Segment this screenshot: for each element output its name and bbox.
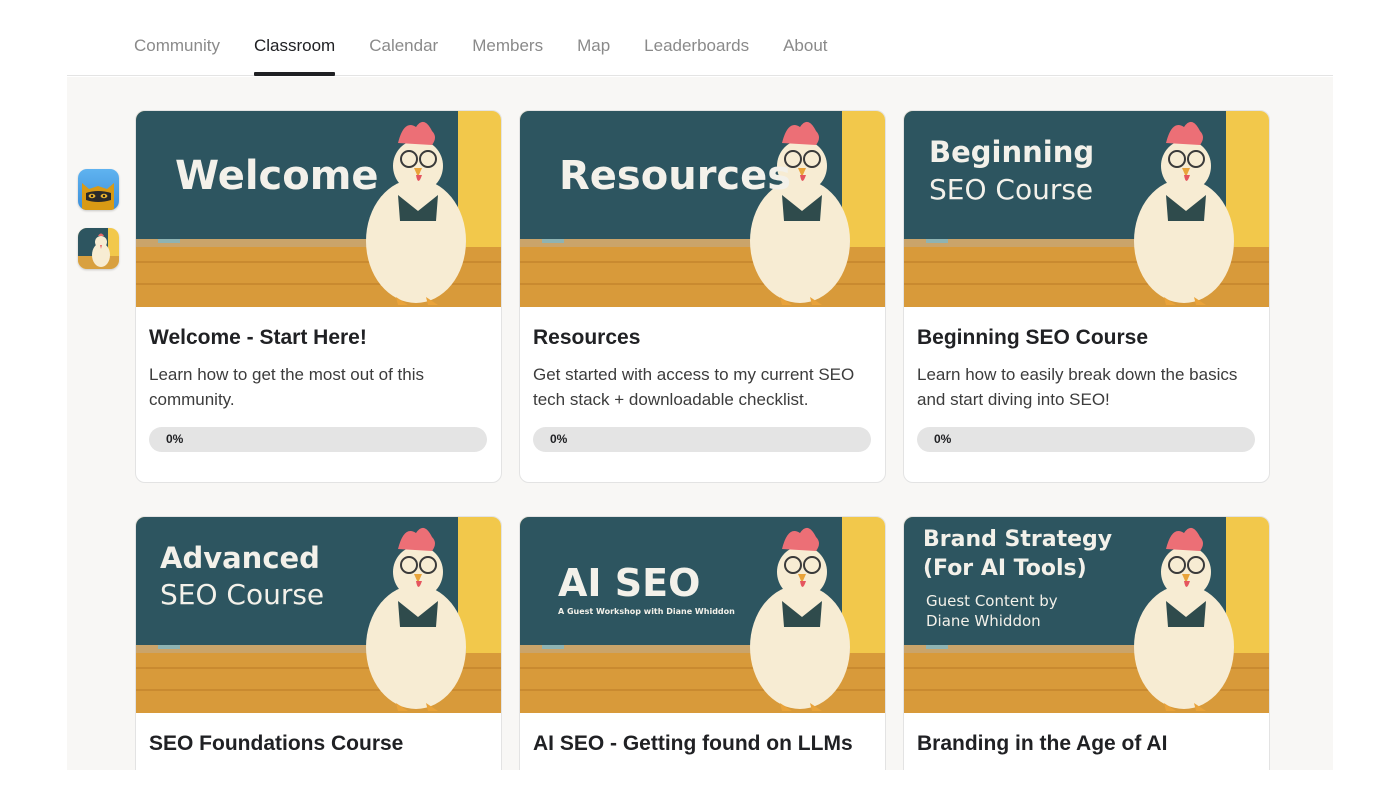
- cover-subtitle: SEO Course: [160, 578, 325, 611]
- course-title: SEO Foundations Course: [149, 732, 404, 755]
- course-title: Beginning SEO Course: [917, 326, 1149, 349]
- progress-label: 0%: [166, 432, 184, 446]
- course-description: Learn how to get the most out of this co…: [149, 365, 424, 409]
- tab-about[interactable]: About: [783, 0, 827, 76]
- course-card-welcome[interactable]: Welcome Welcome - Start Here! Learn how …: [135, 110, 502, 483]
- cover-subtitle-line2: Diane Whiddon: [926, 612, 1041, 630]
- classroom-content: Welcome Welcome - Start Here! Learn how …: [67, 77, 1333, 770]
- course-cover: Resources: [520, 111, 885, 307]
- community-switcher: [78, 169, 119, 287]
- progress-label: 0%: [550, 432, 568, 446]
- cover-title-line2: (For AI Tools): [923, 556, 1087, 581]
- cat-icon[interactable]: [78, 169, 119, 210]
- classroom-page: Community Classroom Calendar Members Map…: [0, 0, 1400, 790]
- chicken-teacher-illustration: [520, 111, 885, 307]
- course-card-resources[interactable]: Resources Resources Get started with acc…: [519, 110, 886, 483]
- tab-leaderboards[interactable]: Leaderboards: [644, 0, 749, 76]
- course-cover: Brand Strategy (For AI Tools) Guest Cont…: [904, 517, 1269, 713]
- course-title: Branding in the Age of AI: [917, 732, 1168, 755]
- course-card-beginning-seo[interactable]: Beginning SEO Course Beginning SEO Cours…: [903, 110, 1270, 483]
- course-title: Resources: [533, 326, 641, 349]
- course-cover: AI SEO A Guest Workshop with Diane Whidd…: [520, 517, 885, 713]
- tab-members[interactable]: Members: [472, 0, 543, 76]
- cover-title: Welcome: [175, 153, 379, 199]
- cover-title: Advanced: [160, 541, 320, 575]
- progress-bar: 0%: [917, 427, 1255, 452]
- course-title: Welcome - Start Here!: [149, 326, 367, 349]
- cover-title: Brand Strategy: [923, 527, 1113, 552]
- tab-classroom[interactable]: Classroom: [253, 0, 336, 76]
- cover-title: Beginning: [929, 135, 1095, 169]
- nav-tabs: Community Classroom Calendar Members Map…: [67, 0, 862, 76]
- course-card-ai-seo[interactable]: AI SEO A Guest Workshop with Diane Whidd…: [519, 516, 886, 770]
- course-card-branding-ai[interactable]: Brand Strategy (For AI Tools) Guest Cont…: [903, 516, 1270, 770]
- course-description: Learn how to easily break down the basic…: [917, 365, 1238, 409]
- course-cover: Beginning SEO Course: [904, 111, 1269, 307]
- chicken-icon[interactable]: [78, 228, 119, 269]
- course-description: Get started with access to my current SE…: [533, 365, 855, 409]
- tab-community[interactable]: Community: [134, 0, 220, 76]
- course-cover: Welcome: [136, 111, 501, 307]
- progress-bar: 0%: [149, 427, 487, 452]
- cover-subtitle: A Guest Workshop with Diane Whiddon: [558, 607, 735, 616]
- course-cover: Advanced SEO Course: [136, 517, 501, 713]
- cover-subtitle: SEO Course: [929, 173, 1094, 206]
- cover-subtitle: Guest Content by: [926, 592, 1058, 610]
- course-card-seo-foundations[interactable]: Advanced SEO Course SEO Foundations Cour…: [135, 516, 502, 770]
- progress-label: 0%: [934, 432, 952, 446]
- tab-calendar[interactable]: Calendar: [369, 0, 438, 76]
- chicken-teacher-illustration: [136, 111, 501, 307]
- progress-bar: 0%: [533, 427, 871, 452]
- cover-title: AI SEO: [558, 561, 701, 605]
- cover-title: Resources: [559, 153, 792, 199]
- tab-map[interactable]: Map: [577, 0, 610, 76]
- course-title: AI SEO - Getting found on LLMs: [533, 732, 853, 755]
